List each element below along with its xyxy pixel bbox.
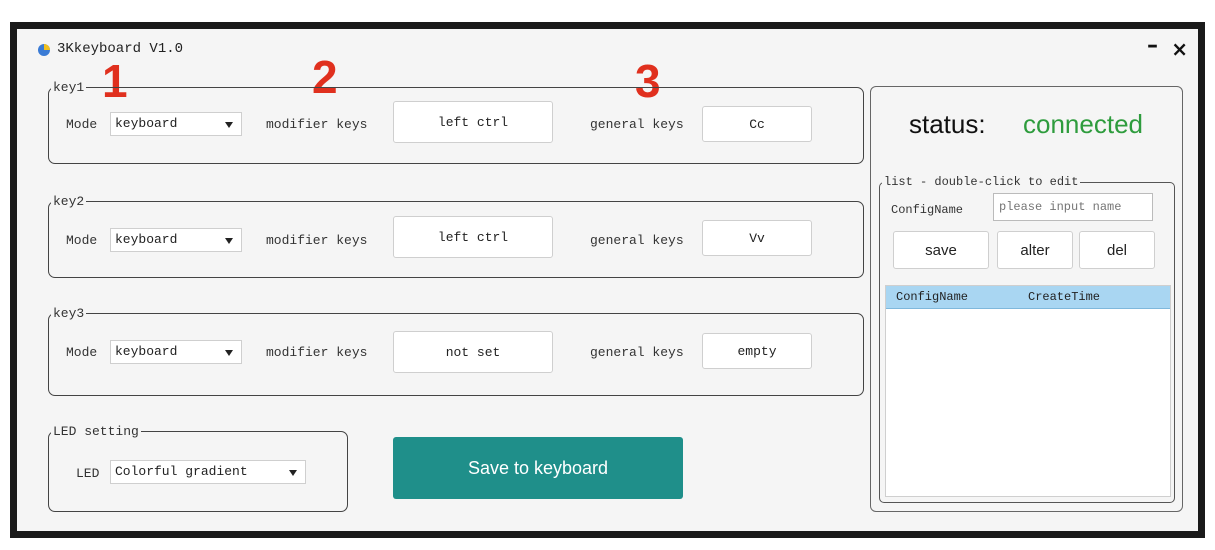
key2-general-field[interactable]: Vv (702, 220, 812, 256)
key2-general-label: general keys (590, 233, 684, 248)
key3-legend: key3 (53, 306, 85, 321)
chevron-down-icon (225, 350, 233, 356)
key1-modifier-field[interactable]: left ctrl (393, 101, 553, 143)
alter-button[interactable]: alter (997, 231, 1073, 269)
minimize-button[interactable]: – (1147, 33, 1158, 58)
column-header-createtime[interactable]: CreateTime (1028, 290, 1100, 304)
key2-mode-label: Mode (66, 233, 98, 248)
key1-mode-value: keyboard (115, 116, 178, 131)
chevron-down-icon (289, 470, 297, 476)
key3-mode-value: keyboard (115, 344, 178, 359)
config-panel: status: connected list - double-click to… (870, 86, 1183, 512)
key2-mode-value: keyboard (115, 232, 178, 247)
del-button[interactable]: del (1079, 231, 1155, 269)
key2-modifier-label: modifier keys (266, 233, 368, 248)
key3-modifier-label: modifier keys (266, 345, 368, 360)
table-header: ConfigName CreateTime (886, 286, 1170, 309)
close-button[interactable]: × (1171, 37, 1188, 61)
column-header-configname[interactable]: ConfigName (896, 290, 968, 304)
led-legend: LED setting (53, 424, 139, 439)
key3-general-label: general keys (590, 345, 684, 360)
key3-general-field[interactable]: empty (702, 333, 812, 369)
key3-modifier-field[interactable]: not set (393, 331, 553, 373)
status-value: connected (1023, 109, 1143, 139)
led-value: Colorful gradient (115, 464, 248, 479)
config-name-input[interactable] (993, 193, 1153, 221)
key1-mode-label: Mode (66, 117, 98, 132)
key1-mode-select[interactable]: keyboard (110, 112, 242, 136)
status-label: status: (909, 109, 986, 139)
key3-mode-select[interactable]: keyboard (110, 340, 242, 364)
config-list-legend: list - double-click to edit (884, 175, 1079, 189)
top-margin (0, 0, 1215, 22)
led-select[interactable]: Colorful gradient (110, 460, 306, 484)
key1-general-field[interactable]: Cc (702, 106, 812, 142)
key2-mode-select[interactable]: keyboard (110, 228, 242, 252)
config-table[interactable]: ConfigName CreateTime (885, 285, 1171, 497)
key2-legend: key2 (53, 194, 85, 209)
key2-modifier-field[interactable]: left ctrl (393, 216, 553, 258)
chevron-down-icon (225, 238, 233, 244)
key1-modifier-label: modifier keys (266, 117, 368, 132)
key3-mode-label: Mode (66, 345, 98, 360)
save-to-keyboard-button[interactable]: Save to keyboard (393, 437, 683, 499)
title-bar: 3Kkeyboard V1.0 – × (17, 29, 1198, 69)
key1-legend: key1 (53, 80, 85, 95)
key1-general-label: general keys (590, 117, 684, 132)
chevron-down-icon (225, 122, 233, 128)
config-name-label: ConfigName (891, 203, 964, 217)
app-logo-icon (38, 44, 50, 56)
led-label: LED (76, 466, 100, 481)
save-button[interactable]: save (893, 231, 989, 269)
